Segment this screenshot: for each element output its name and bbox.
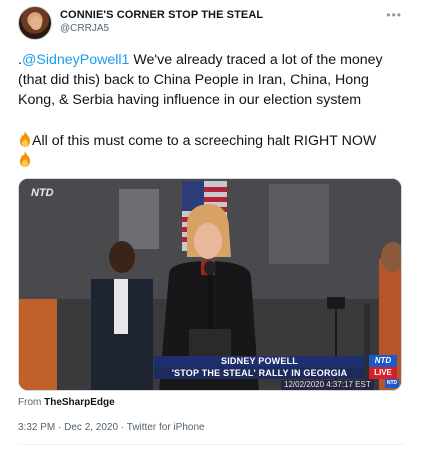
handle[interactable]: @CRRJA5 [60, 23, 263, 34]
fire-emoji-icon [20, 131, 30, 147]
corner-logo: NTD [385, 379, 399, 388]
lower-third-name: SIDNEY POWELL [154, 356, 365, 367]
tweet-card: CONNIE'S CORNER STOP THE STEAL @CRRJA5 •… [0, 0, 421, 450]
tweet-line-2-text: All of this must come to a screeching ha… [32, 133, 377, 149]
more-horizontal-icon[interactable]: ••• [386, 8, 402, 22]
live-badge-logo: NTD [369, 355, 397, 367]
avatar-face [30, 16, 42, 30]
lower-third: SIDNEY POWELL 'STOP THE STEAL' RALLY IN … [154, 356, 365, 380]
live-badge: NTD LIVE [369, 355, 397, 379]
tweet-line-2: All of this must come to a screeching ha… [18, 131, 408, 151]
tweet-text: .@SidneyPowell1 We've already traced a l… [18, 50, 398, 110]
video-timestamp: 12/02/2020 4:37:17 EST [281, 380, 374, 390]
author-names: CONNIE'S CORNER STOP THE STEAL @CRRJA5 [60, 9, 263, 34]
display-name[interactable]: CONNIE'S CORNER STOP THE STEAL [60, 9, 263, 21]
live-badge-label: LIVE [369, 367, 397, 379]
fire-emoji-icon [20, 151, 30, 167]
avatar[interactable] [18, 6, 52, 40]
source-prefix: From [18, 397, 45, 408]
mention-link[interactable]: @SidneyPowell1 [22, 52, 129, 68]
video-source: From TheSharpEdge [18, 397, 115, 408]
lower-third-subtitle: 'STOP THE STEAL' RALLY IN GEORGIA [154, 367, 365, 379]
source-link[interactable]: TheSharpEdge [44, 397, 115, 408]
tweet-header: CONNIE'S CORNER STOP THE STEAL @CRRJA5 •… [18, 6, 404, 46]
divider [18, 444, 404, 445]
video-player[interactable]: NTD SIDNEY POWELL 'STOP THE STEAL' RALLY… [18, 178, 402, 391]
tweet-meta[interactable]: 3:32 PM · Dec 2, 2020 · Twitter for iPho… [18, 422, 205, 433]
channel-logo: NTD [31, 187, 54, 199]
